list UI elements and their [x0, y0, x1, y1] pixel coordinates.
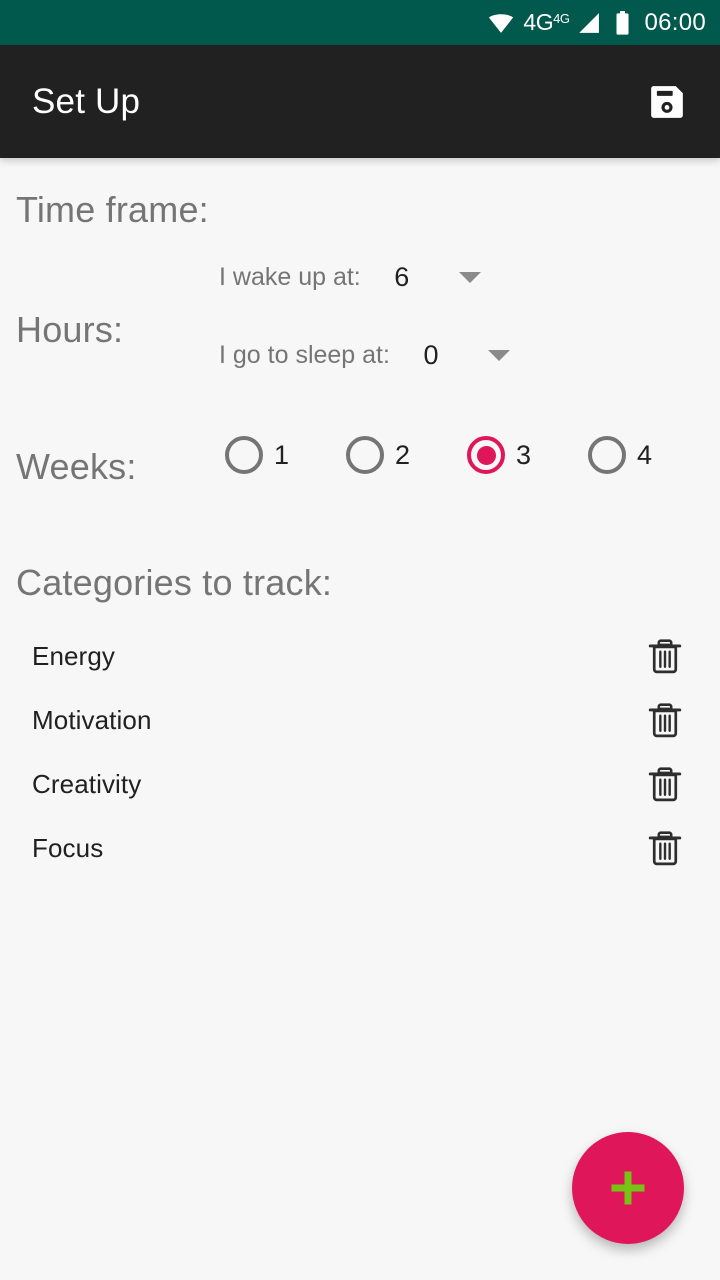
app-toolbar: Set Up [0, 45, 720, 158]
weeks-radio-label: 1 [274, 439, 290, 470]
delete-category-button[interactable] [645, 763, 685, 805]
sleep-row: I go to sleep at: 0 [219, 340, 510, 371]
sleep-value[interactable]: 0 [416, 340, 446, 371]
trash-icon [648, 767, 682, 802]
category-name: Focus [32, 832, 104, 863]
weeks-radio-label: 4 [637, 439, 653, 470]
weeks-radio-1[interactable]: 1 [225, 436, 346, 474]
hours-section: Hours: I wake up at: 6 I go to sleep at:… [0, 262, 720, 402]
weeks-radio-4[interactable]: 4 [588, 436, 709, 474]
weeks-radio-2[interactable]: 2 [346, 436, 467, 474]
save-button[interactable] [638, 73, 696, 131]
network-type-superscript: 4G [553, 11, 570, 26]
weeks-radio-label: 2 [395, 439, 411, 470]
category-name: Creativity [32, 768, 142, 799]
plus-icon [611, 1171, 645, 1205]
delete-category-button[interactable] [645, 699, 685, 741]
trash-icon [648, 831, 682, 866]
category-row[interactable]: Creativity [0, 752, 720, 816]
categories-heading: Categories to track: [16, 562, 333, 603]
signal-icon [577, 12, 600, 34]
timeframe-heading: Time frame: [16, 189, 209, 230]
weeks-heading: Weeks: [16, 446, 137, 487]
category-name: Motivation [32, 704, 152, 735]
sleep-label: I go to sleep at: [219, 341, 390, 369]
add-category-fab[interactable] [572, 1132, 684, 1244]
chevron-down-icon[interactable] [458, 272, 481, 283]
wake-up-row: I wake up at: 6 [219, 262, 481, 293]
radio-circle-icon [225, 436, 263, 474]
category-row[interactable]: Focus [0, 816, 720, 880]
radio-circle-icon [588, 436, 626, 474]
status-bar-clock: 06:00 [644, 8, 706, 36]
battery-icon [608, 10, 630, 35]
weeks-radio-label: 3 [516, 439, 532, 470]
categories-list: Energy Motivation Creativity Focus [0, 624, 720, 880]
weeks-radio-group: 1 2 3 4 [225, 436, 709, 474]
page-title: Set Up [32, 81, 141, 121]
weeks-radio-3[interactable]: 3 [467, 436, 588, 474]
radio-dot [476, 445, 496, 465]
chevron-down-icon[interactable] [487, 350, 510, 361]
content-area: Time frame: Hours: I wake up at: 6 I go … [0, 158, 720, 1280]
trash-icon [648, 703, 682, 738]
trash-icon [648, 639, 682, 674]
radio-circle-selected-icon [467, 436, 505, 474]
wake-up-value[interactable]: 6 [387, 262, 417, 293]
category-name: Energy [32, 640, 115, 671]
network-type-label: 4G 4G [523, 9, 570, 35]
category-row[interactable]: Energy [0, 624, 720, 688]
status-bar: 4G 4G 06:00 [0, 0, 720, 45]
category-row[interactable]: Motivation [0, 688, 720, 752]
delete-category-button[interactable] [645, 827, 685, 869]
delete-category-button[interactable] [645, 635, 685, 677]
save-floppy-icon [651, 85, 683, 118]
wake-up-label: I wake up at: [219, 263, 361, 291]
radio-circle-icon [346, 436, 384, 474]
hours-heading: Hours: [16, 309, 124, 350]
weeks-section: Weeks: 1 2 3 4 [0, 436, 720, 506]
network-type-text: 4G [523, 9, 554, 35]
app-screen: 4G 4G 06:00 Set Up Time frame: Hours: I … [0, 0, 720, 1280]
wifi-icon [487, 12, 515, 34]
